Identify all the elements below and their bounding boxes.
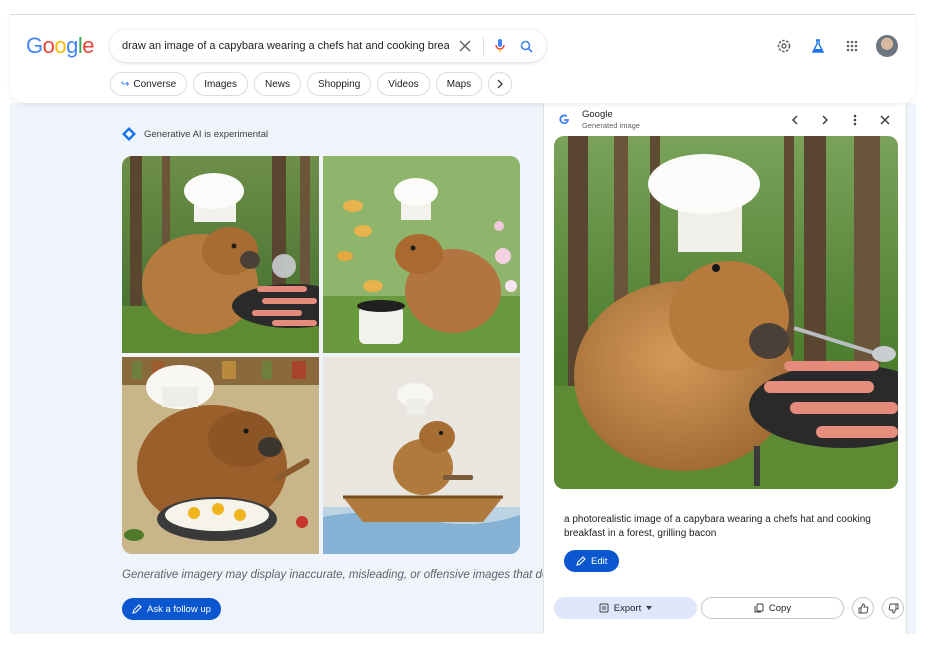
search-input[interactable]: draw an image of a capybara wearing a ch… (122, 40, 449, 52)
avatar[interactable] (876, 35, 898, 57)
panel-source-subtitle: Generated image (582, 121, 640, 130)
logo-letter: e (82, 33, 95, 58)
edit-label: Edit (591, 555, 608, 567)
more-options-button[interactable] (846, 111, 864, 129)
logo-letter: g (66, 33, 78, 58)
close-icon[interactable] (455, 36, 475, 56)
mic-icon[interactable] (490, 36, 510, 56)
generated-image-tile[interactable] (122, 156, 319, 353)
logo-letter: o (54, 33, 67, 58)
divider (483, 37, 484, 55)
thumbs-up-button[interactable] (852, 597, 874, 619)
search-icon[interactable] (516, 36, 536, 56)
ai-disclaimer: Generative imagery may display inaccurat… (122, 569, 546, 581)
close-icon (880, 115, 890, 125)
panel-actions: Export Copy (554, 597, 904, 619)
capybara-in-boat-image (323, 357, 520, 554)
apps-icon[interactable] (842, 36, 862, 56)
chip-label: Converse (133, 78, 177, 90)
chip-images[interactable]: Images (193, 72, 248, 96)
capybara-grilling-forest-image (122, 156, 319, 353)
pencil-icon (132, 604, 142, 614)
export-icon (599, 603, 609, 613)
chip-label: News (265, 78, 291, 90)
chip-label: Videos (388, 78, 419, 90)
logo-letter: o (42, 33, 55, 58)
more-vert-icon (853, 114, 857, 126)
ai-experimental-note: Generative AI is experimental (122, 127, 268, 141)
chip-news[interactable]: News (254, 72, 302, 96)
capybara-flipping-pancakes-image (323, 156, 520, 353)
search-filter-chips: ↪ Converse Images News Shopping Videos M… (110, 72, 513, 96)
ask-follow-up-button[interactable]: Ask a follow up (122, 598, 221, 620)
thumbs-up-icon (858, 603, 868, 613)
copy-button[interactable]: Copy (701, 597, 844, 619)
results-area: Generative AI is experimental Generative… (10, 103, 916, 634)
panel-source-title: Google (582, 109, 613, 120)
account-toolbar (774, 35, 898, 57)
generated-image-tile[interactable] (122, 357, 319, 554)
edit-button[interactable]: Edit (564, 550, 620, 572)
chevron-right-icon (822, 115, 829, 125)
previous-image-button[interactable] (786, 111, 804, 129)
capybara-frying-eggs-image (122, 357, 319, 554)
generated-image-grid (122, 156, 520, 554)
thumbs-down-button[interactable] (882, 597, 904, 619)
return-arrow-icon: ↪ (121, 78, 130, 90)
panel-header: Google Generated image (544, 103, 906, 135)
google-g-icon (558, 113, 570, 128)
chevron-right-icon (497, 79, 504, 89)
chip-label: Maps (446, 78, 472, 90)
thumbs-down-icon (888, 603, 898, 613)
panel-nav (786, 111, 894, 129)
labs-icon[interactable] (808, 36, 828, 56)
chip-maps[interactable]: Maps (435, 72, 483, 96)
chip-converse[interactable]: ↪ Converse (110, 72, 188, 96)
dropdown-arrow-icon (646, 606, 653, 610)
close-panel-button[interactable] (876, 111, 894, 129)
google-logo[interactable]: Google (26, 33, 95, 59)
capybara-grilling-forest-large-image (554, 136, 898, 489)
copy-icon (754, 603, 764, 613)
image-detail-panel: Google Generated image a photorealistic … (543, 103, 907, 634)
gemini-icon (122, 127, 136, 141)
copy-label: Copy (768, 602, 792, 614)
search-box[interactable]: draw an image of a capybara wearing a ch… (110, 30, 546, 62)
selected-generated-image[interactable] (554, 136, 898, 489)
generated-image-tile[interactable] (323, 156, 520, 353)
next-image-button[interactable] (816, 111, 834, 129)
chip-label: Images (204, 78, 237, 90)
chip-videos[interactable]: Videos (377, 72, 430, 96)
search-header: Google draw an image of a capybara weari… (10, 15, 916, 103)
chip-label: Shopping (318, 78, 361, 90)
logo-letter: G (26, 33, 43, 58)
chevron-left-icon (791, 115, 798, 125)
chip-shopping[interactable]: Shopping (307, 72, 372, 96)
generated-image-tile[interactable] (323, 357, 520, 554)
image-caption: a photorealistic image of a capybara wea… (564, 514, 871, 539)
export-label: Export (613, 602, 642, 614)
follow-up-label: Ask a follow up (147, 603, 211, 615)
pencil-icon (576, 556, 586, 566)
export-button[interactable]: Export (554, 597, 697, 619)
ai-note-text: Generative AI is experimental (144, 128, 269, 140)
chip-more-button[interactable] (488, 72, 513, 96)
settings-icon[interactable] (774, 36, 794, 56)
